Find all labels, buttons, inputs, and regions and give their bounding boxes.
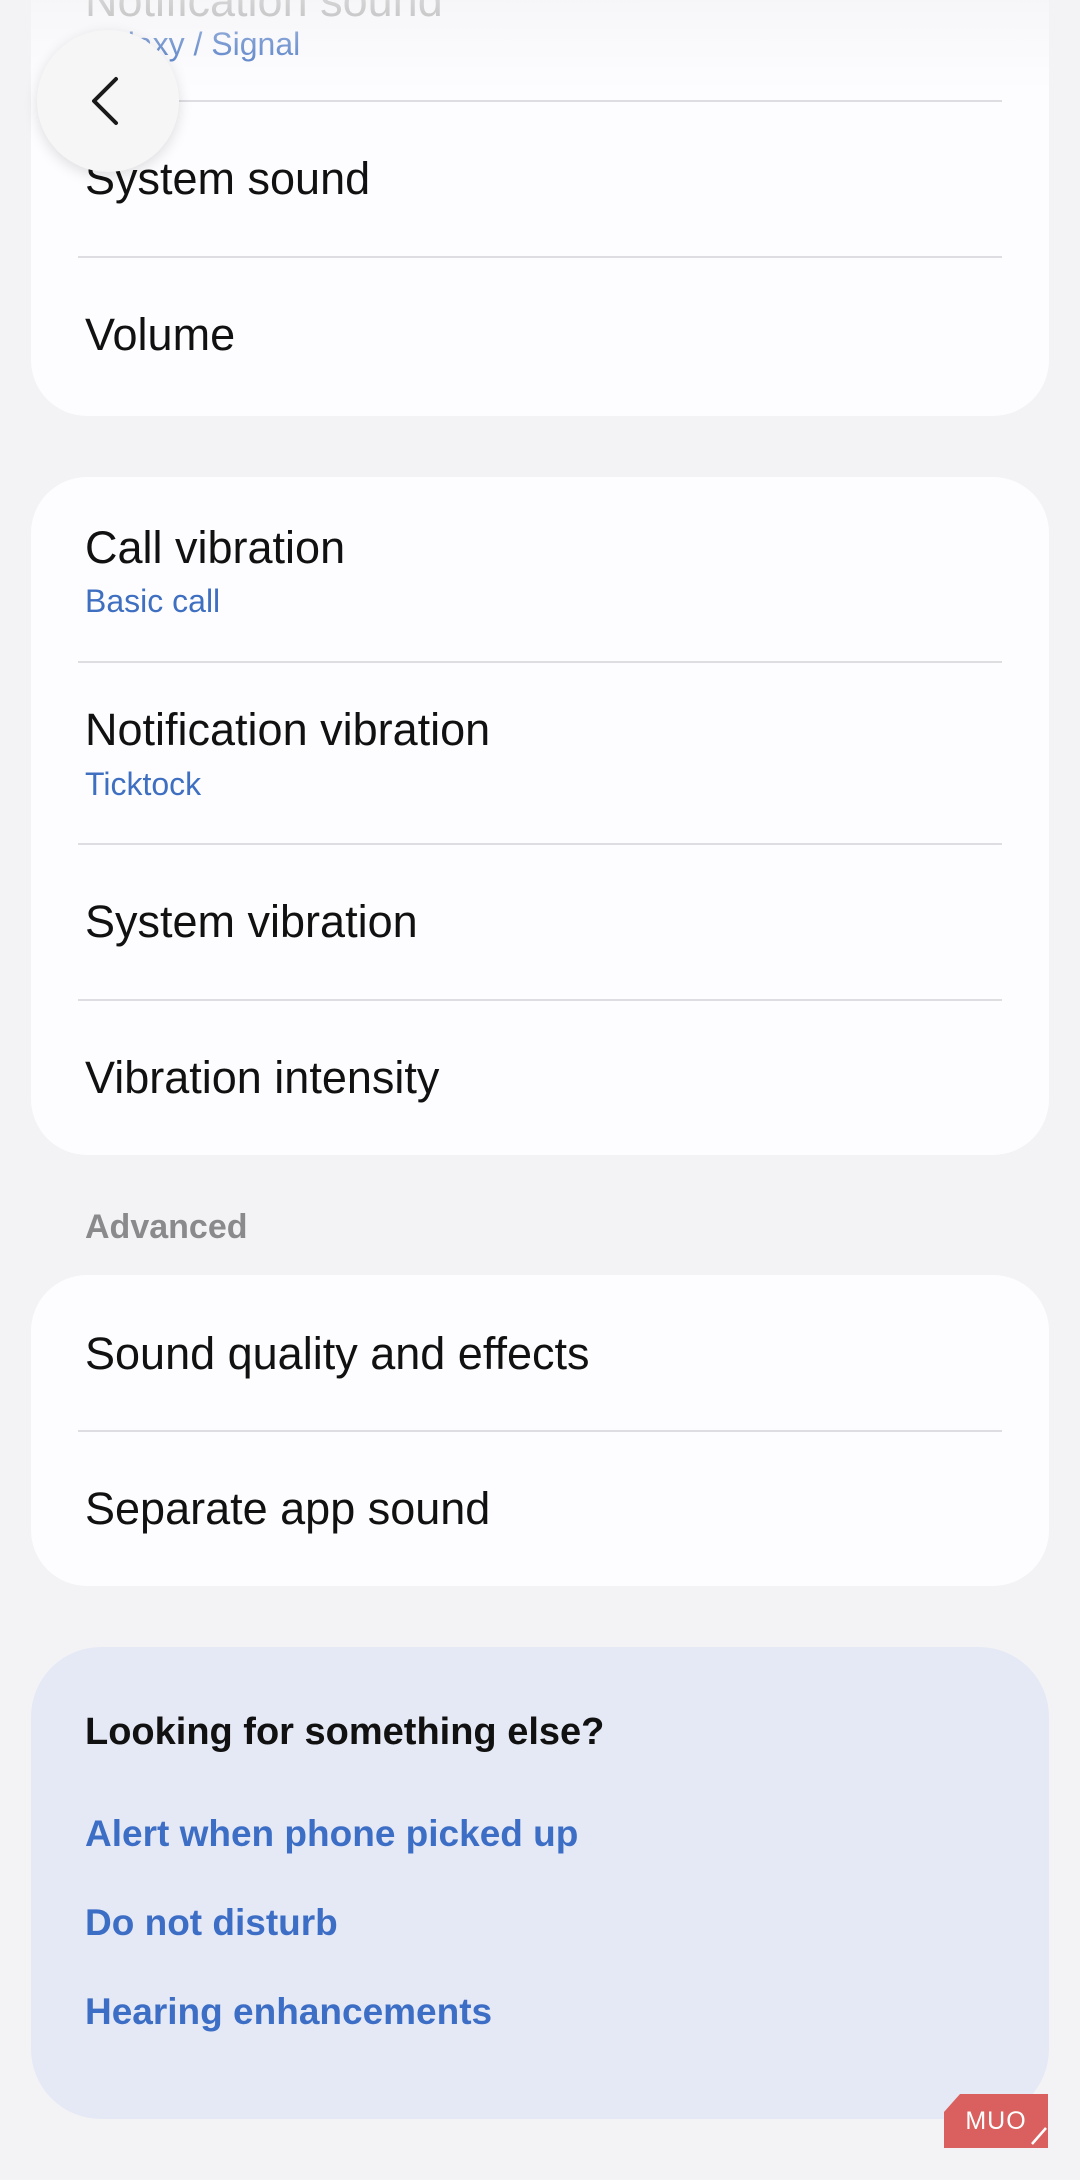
notification-sound-item[interactable]: Notification sound Galaxy / Signal — [31, 0, 1049, 100]
vibration-intensity-item[interactable]: Vibration intensity — [31, 1001, 1049, 1155]
volume-item[interactable]: Volume — [31, 258, 1049, 416]
notification-vibration-label: Notification vibration — [85, 704, 491, 755]
chevron-left-icon — [92, 77, 118, 125]
vibration-intensity-label: Vibration intensity — [85, 1052, 440, 1103]
watermark-text: MUO — [965, 2107, 1026, 2135]
muo-watermark-logo: MUO — [944, 2094, 1048, 2148]
suggestions-title: Looking for something else? — [85, 1711, 605, 1753]
call-vibration-value: Basic call — [85, 583, 221, 619]
suggestions-card: Looking for something else? Alert when p… — [31, 1647, 1049, 2119]
vibration-settings-card: Call vibration Basic call Notification v… — [31, 477, 1049, 1155]
volume-label: Volume — [85, 309, 236, 360]
do-not-disturb-link[interactable]: Do not disturb — [85, 1902, 338, 1944]
sound-quality-effects-label: Sound quality and effects — [85, 1328, 590, 1379]
system-vibration-item[interactable]: System vibration — [31, 845, 1049, 999]
sound-settings-card: Notification sound Galaxy / Signal Syste… — [31, 0, 1049, 416]
advanced-section-header: Advanced — [85, 1208, 248, 1246]
separate-app-sound-item[interactable]: Separate app sound — [31, 1432, 1049, 1586]
back-button[interactable] — [37, 30, 179, 172]
hearing-enhancements-link[interactable]: Hearing enhancements — [85, 1991, 492, 2033]
call-vibration-label: Call vibration — [85, 522, 346, 573]
notification-vibration-value: Ticktock — [85, 766, 202, 802]
alert-phone-picked-up-link[interactable]: Alert when phone picked up — [85, 1813, 578, 1855]
system-sound-item[interactable]: System sound — [31, 102, 1049, 256]
separate-app-sound-label: Separate app sound — [85, 1483, 491, 1534]
notification-vibration-item[interactable]: Notification vibration Ticktock — [31, 663, 1049, 843]
sound-quality-effects-item[interactable]: Sound quality and effects — [31, 1275, 1049, 1430]
call-vibration-item[interactable]: Call vibration Basic call — [31, 477, 1049, 661]
advanced-settings-card: Sound quality and effects Separate app s… — [31, 1275, 1049, 1586]
system-vibration-label: System vibration — [85, 896, 418, 947]
